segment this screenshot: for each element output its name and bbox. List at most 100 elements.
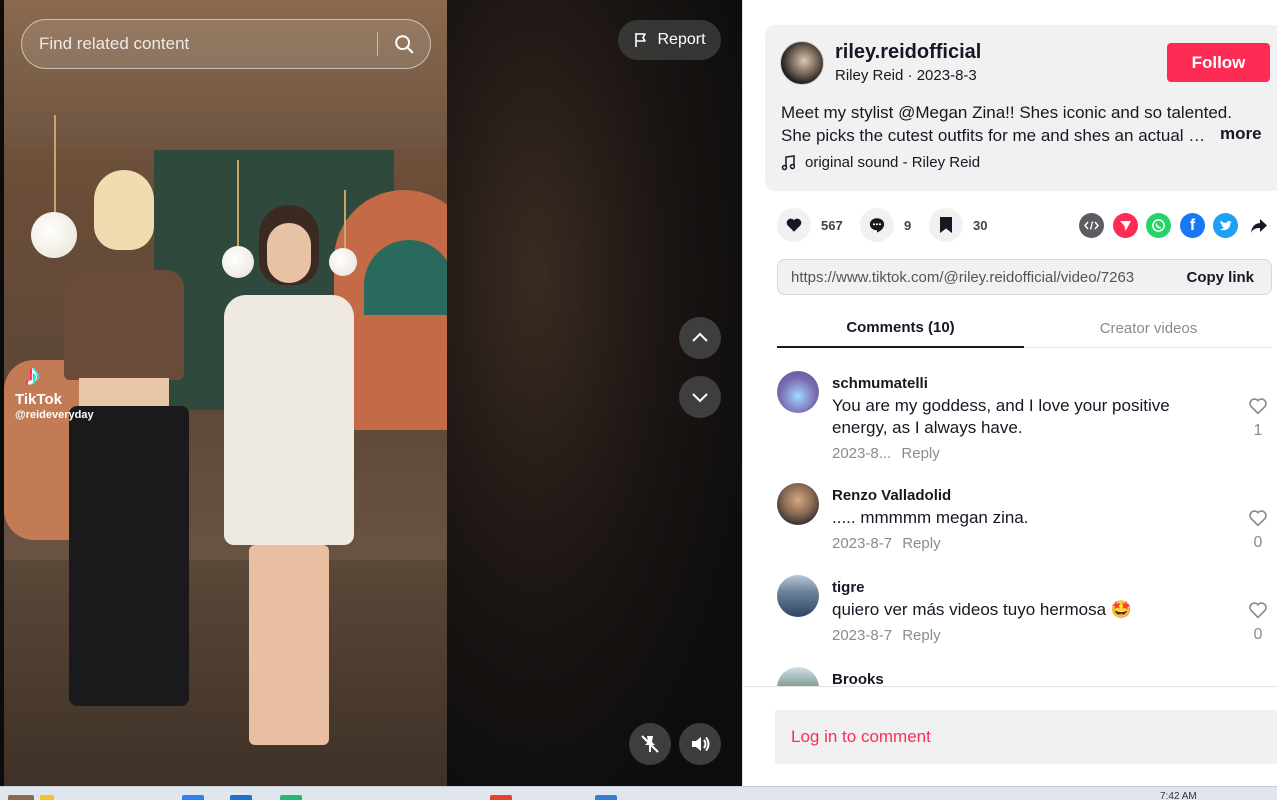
comment-item: Renzo Valladolid ..... mmmmm megan zina.…	[777, 467, 1272, 559]
video-description: Meet my stylist @Megan Zina!! Shes iconi…	[781, 101, 1251, 147]
more-button[interactable]: more	[1220, 124, 1262, 144]
previous-video-button[interactable]	[679, 317, 721, 359]
heart-outline-icon	[1249, 510, 1267, 527]
facebook-icon: f	[1189, 216, 1196, 234]
save-count: 30	[973, 217, 988, 233]
follow-button[interactable]: Follow	[1167, 43, 1270, 82]
comment-meta: 2023-8-7 Reply	[832, 627, 941, 644]
code-embed-icon	[1084, 221, 1099, 230]
comment-item: schmumatelli You are my goddess, and I l…	[777, 355, 1272, 467]
pin-off-icon	[641, 735, 659, 753]
comment-date: 2023-8-7	[832, 627, 893, 644]
whatsapp-share-button[interactable]	[1146, 213, 1171, 238]
video-person-left	[44, 170, 204, 730]
reply-button[interactable]: Reply	[901, 445, 939, 462]
volume-button[interactable]	[679, 723, 721, 765]
comment-like-count: 0	[1253, 534, 1263, 551]
next-video-button[interactable]	[679, 376, 721, 418]
heart-outline-icon	[1249, 602, 1267, 619]
video-player[interactable]: ♪ TikTok @reideveryday Report	[0, 0, 742, 786]
comment-like-button[interactable]: 1	[1245, 397, 1271, 440]
taskbar-clock: 7:42 AM	[1160, 791, 1197, 800]
twitter-share-button[interactable]	[1213, 213, 1238, 238]
like-button[interactable]: 567	[777, 208, 843, 242]
comment-meta: 2023-8-7 Reply	[832, 535, 941, 552]
taskbar-app-icon[interactable]	[8, 795, 34, 800]
person-face	[267, 223, 311, 283]
flag-icon	[635, 33, 647, 47]
whatsapp-icon	[1152, 219, 1165, 232]
sound-link[interactable]: original sound - Riley Reid	[781, 154, 980, 171]
taskbar-app-icon[interactable]	[230, 795, 252, 800]
taskbar-weather-icon[interactable]	[40, 795, 54, 800]
comment-avatar[interactable]	[777, 371, 819, 413]
tab-creator-videos[interactable]: Creator videos	[1025, 309, 1272, 348]
comment-item: Brooks	[777, 651, 1272, 686]
video-person-right	[204, 205, 374, 765]
comment-date: 2023-8...	[832, 445, 892, 462]
bookmark-icon	[940, 217, 952, 233]
taskbar-app-icon[interactable]	[595, 795, 617, 800]
tiktok-watermark: ♪ TikTok @reideveryday	[15, 360, 94, 422]
search-input[interactable]	[22, 34, 377, 54]
comment-like-button[interactable]: 0	[1245, 601, 1271, 644]
video-link[interactable]: https://www.tiktok.com/@riley.reidoffici…	[778, 269, 1166, 286]
comment-circle	[860, 208, 894, 242]
comment-list[interactable]: schmumatelli You are my goddess, and I l…	[743, 355, 1277, 687]
taskbar-app-icon[interactable]	[490, 795, 512, 800]
comment-avatar[interactable]	[777, 483, 819, 525]
comment-like-button[interactable]: 0	[1245, 509, 1271, 552]
heart-icon	[786, 218, 802, 232]
description-line-2: She picks the cutest outfits for me and …	[781, 126, 1209, 145]
video-frame[interactable]: ♪ TikTok @reideveryday	[4, 0, 447, 786]
login-link[interactable]: Log in to comment	[791, 727, 931, 747]
report-label: Report	[657, 31, 706, 48]
save-circle	[929, 208, 963, 242]
facebook-share-button[interactable]: f	[1180, 213, 1205, 238]
search-bar	[21, 19, 431, 69]
comment-bubble-icon	[869, 218, 885, 233]
heart-outline-icon	[1249, 398, 1267, 415]
comment-like-count: 1	[1253, 422, 1263, 439]
search-button[interactable]	[378, 20, 430, 68]
comment-username[interactable]: tigre	[832, 579, 865, 596]
comment-text: quiero ver más videos tuyo hermosa 🤩	[832, 600, 1132, 619]
report-button[interactable]: Report	[618, 20, 721, 60]
comment-meta: 2023-8... Reply	[832, 445, 940, 462]
save-button[interactable]: 30	[929, 208, 987, 242]
comment-count: 9	[904, 217, 912, 233]
taskbar-app-icon[interactable]	[182, 795, 204, 800]
author-display-name: Riley Reid	[835, 67, 904, 84]
meta-separator: ·	[907, 67, 917, 84]
comment-avatar[interactable]	[777, 667, 819, 686]
person-pants	[69, 406, 189, 706]
login-to-comment-bar[interactable]: Log in to comment	[775, 710, 1277, 764]
comment-username[interactable]: Brooks	[832, 671, 884, 686]
chevron-up-icon	[692, 332, 708, 342]
copy-link-button[interactable]: Copy link	[1166, 269, 1271, 286]
watermark-handle: @reideveryday	[15, 409, 94, 421]
author-username[interactable]: riley.reidofficial	[835, 41, 981, 64]
music-note-icon	[781, 154, 795, 170]
comment-username[interactable]: Renzo Valladolid	[832, 487, 951, 504]
twitter-bird-icon	[1219, 220, 1232, 230]
reply-button[interactable]: Reply	[902, 535, 940, 552]
more-share-button[interactable]	[1246, 213, 1271, 238]
comment-avatar[interactable]	[777, 575, 819, 617]
tab-comments[interactable]: Comments (10)	[777, 309, 1024, 348]
comment-date: 2023-8-7	[832, 535, 893, 552]
like-count: 567	[821, 217, 843, 233]
avatar[interactable]	[780, 41, 824, 85]
send-to-friends-button[interactable]	[1113, 213, 1138, 238]
post-date: 2023-8-3	[916, 67, 977, 84]
comment-username[interactable]: schmumatelli	[832, 375, 928, 392]
taskbar-app-icon[interactable]	[280, 795, 302, 800]
os-taskbar: 7:42 AM	[0, 786, 1277, 800]
floating-player-button[interactable]	[629, 723, 671, 765]
description-line-1: Meet my stylist @Megan Zina!! Shes iconi…	[781, 103, 1232, 122]
reply-button[interactable]: Reply	[902, 627, 940, 644]
embed-share-button[interactable]	[1079, 213, 1104, 238]
comment-button[interactable]: 9	[860, 208, 911, 242]
author-card: riley.reidofficial Riley Reid · 2023-8-3…	[765, 25, 1277, 191]
person-legs	[249, 545, 329, 745]
